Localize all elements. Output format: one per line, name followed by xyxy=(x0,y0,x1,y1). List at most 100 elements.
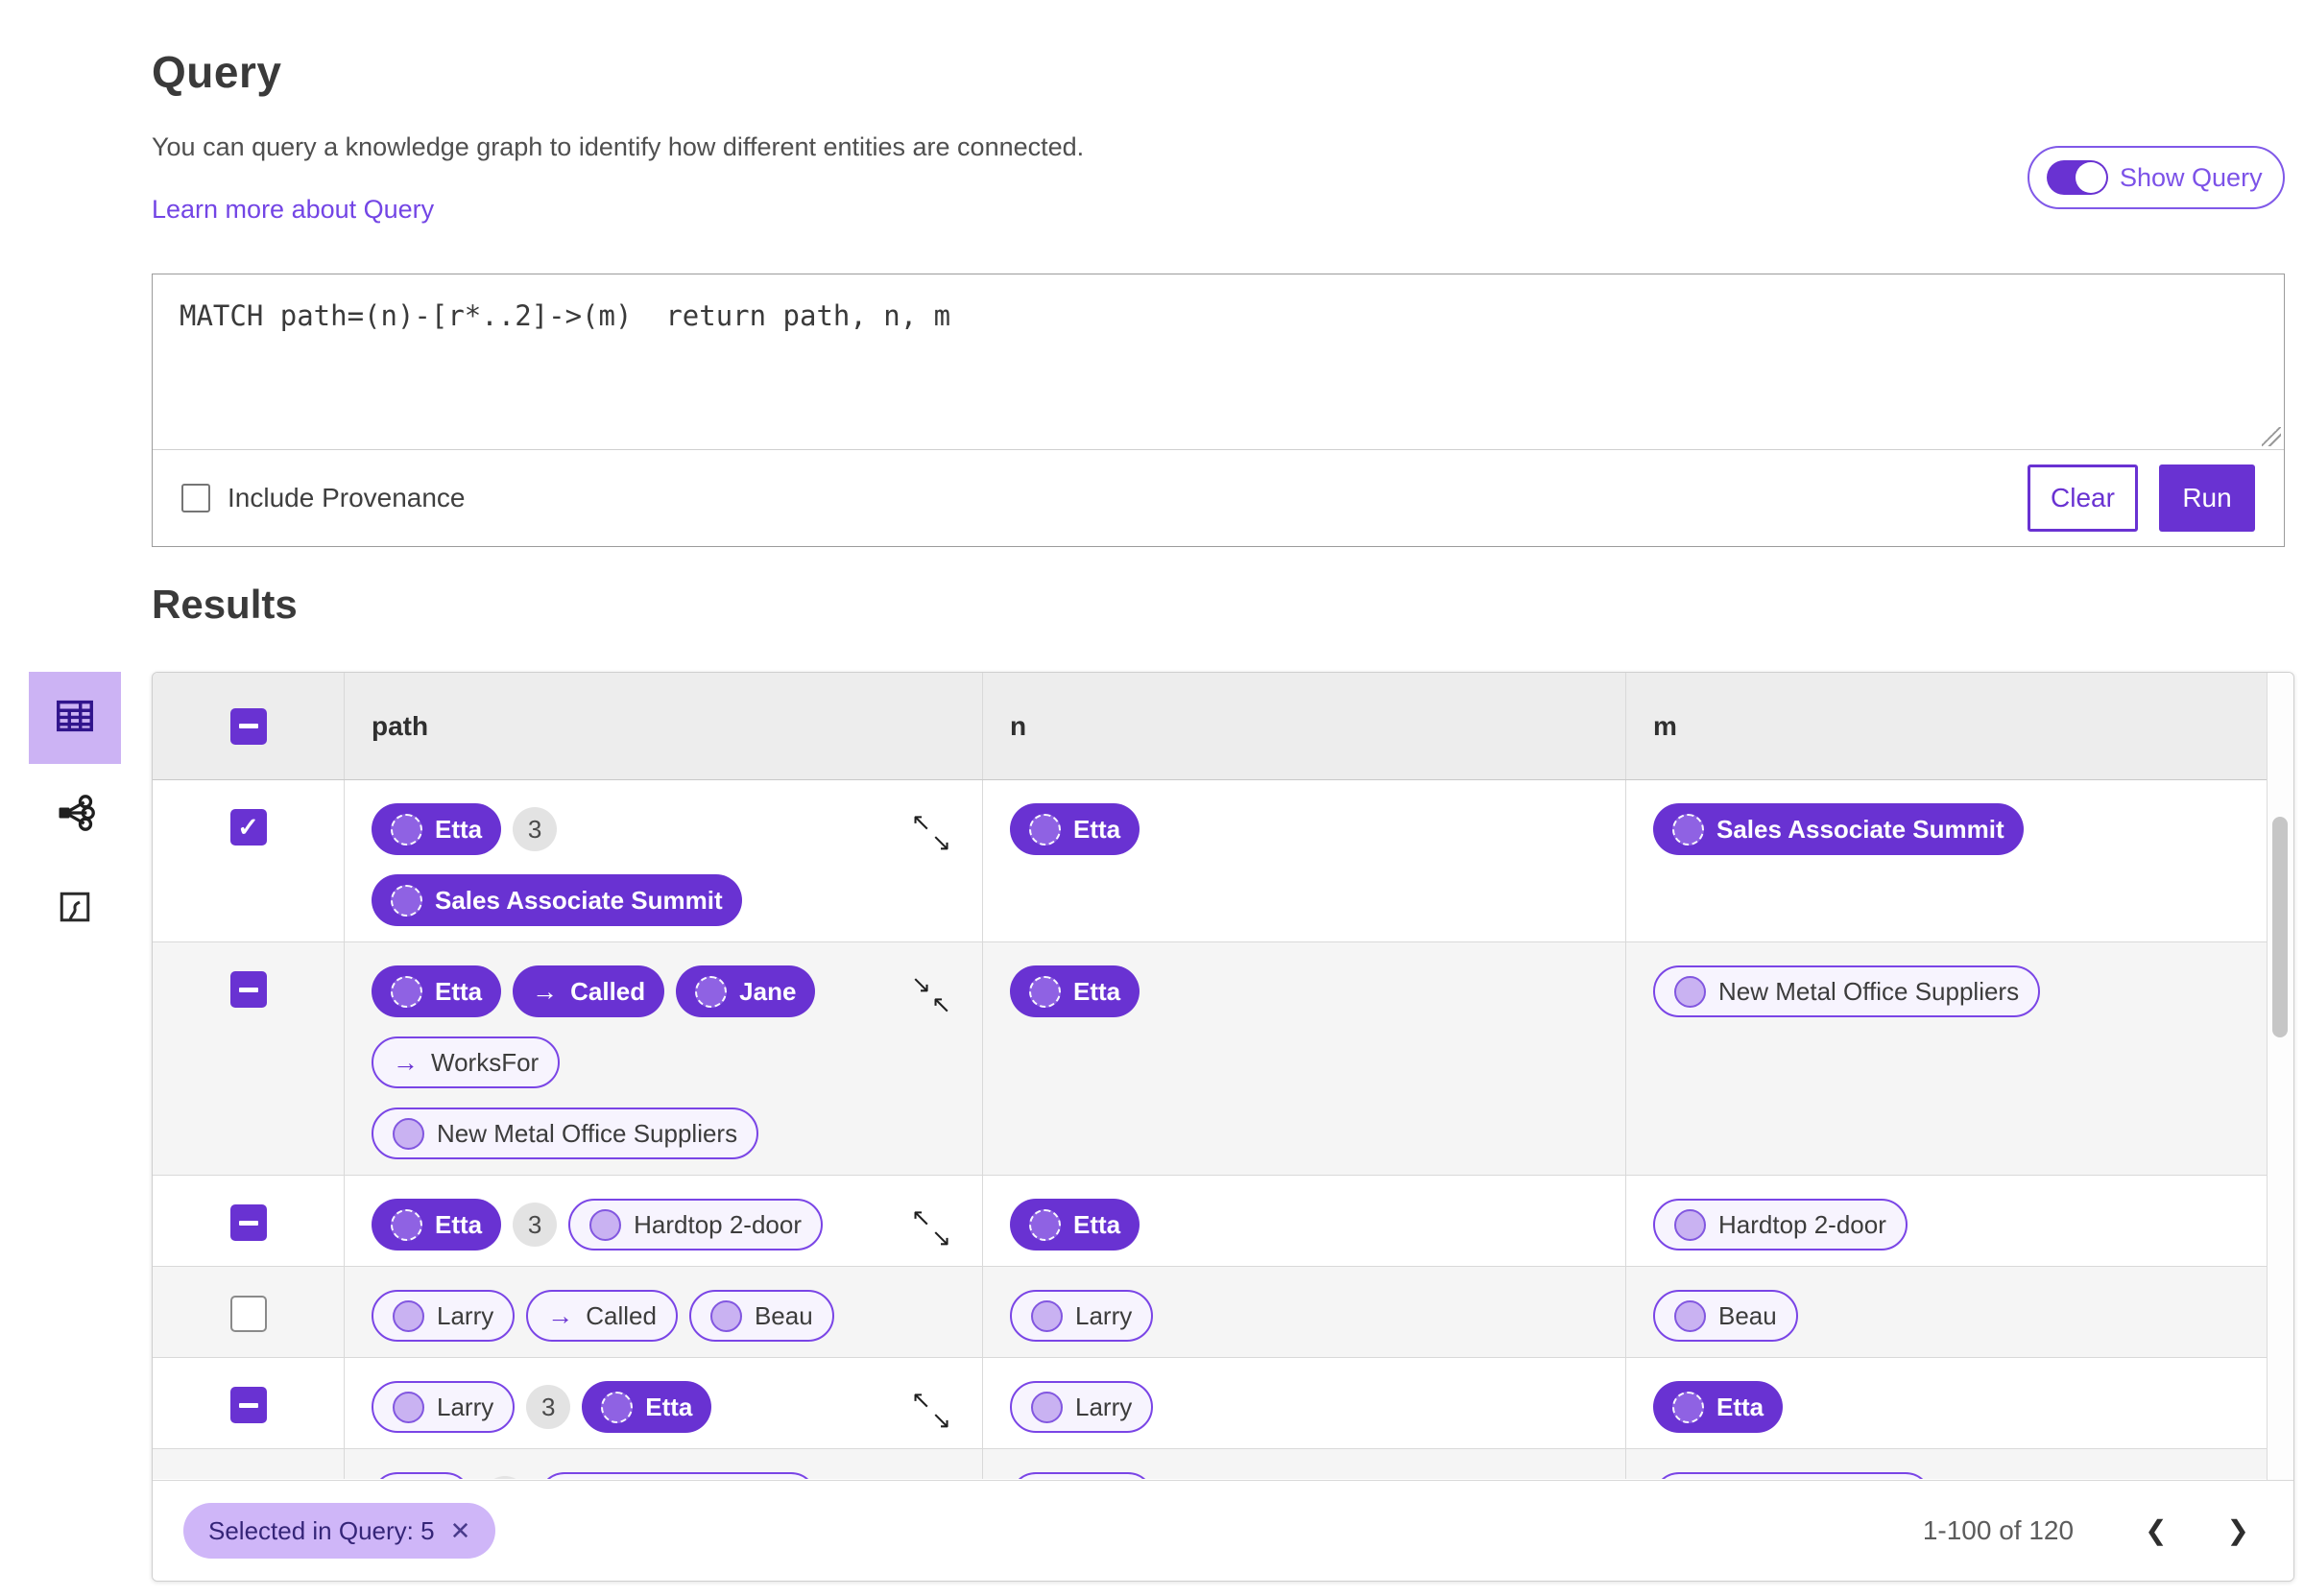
node-pill[interactable]: Etta xyxy=(372,1199,502,1251)
node-pill[interactable]: Hardtop 2-door xyxy=(568,1199,824,1251)
chip-close-icon[interactable]: ✕ xyxy=(450,1516,471,1546)
edge-pill[interactable]: → Called xyxy=(513,965,665,1017)
expand-row-icon[interactable]: ↖ ↘ xyxy=(911,1206,951,1251)
map-view-button[interactable] xyxy=(29,866,121,952)
node-pill[interactable]: Larry xyxy=(1010,1381,1154,1433)
table-icon xyxy=(53,694,97,743)
n-cell xyxy=(982,1449,1625,1479)
row-checkbox[interactable] xyxy=(229,971,267,1008)
edge-arrow-icon: → xyxy=(547,1300,574,1330)
column-header-m[interactable]: m xyxy=(1626,711,1677,742)
m-cell xyxy=(1625,1449,2268,1479)
scrollbar-thumb[interactable] xyxy=(2272,817,2288,1037)
pill-label: Sales Associate Summit xyxy=(1716,815,2004,844)
include-provenance-label: Include Provenance xyxy=(228,483,466,512)
show-query-toggle[interactable]: Show Query xyxy=(2028,146,2285,209)
path-cell-pills: Etta → Called Jane → WorksFor New Metal Office… xyxy=(345,942,982,1175)
expand-row-icon[interactable]: ↖ ↘ xyxy=(911,1389,951,1433)
row-select-cell xyxy=(153,780,344,941)
node-pill[interactable]: Beau xyxy=(688,1290,834,1342)
row-checkbox[interactable] xyxy=(229,1296,267,1332)
show-query-label: Show Query xyxy=(2120,162,2263,192)
node-dot-icon xyxy=(695,975,728,1008)
arrow-icon: ↘ xyxy=(931,829,951,856)
m-cell: Hardtop 2-door xyxy=(1625,1176,2268,1266)
node-pill[interactable]: Hardtop 2-door xyxy=(1653,1199,1908,1251)
node-pill[interactable]: Etta xyxy=(1010,1199,1140,1251)
query-textarea[interactable]: MATCH path=(n)-[r*..2]->(m) return path,… xyxy=(153,274,2284,450)
row-select-cell xyxy=(153,1176,344,1266)
column-header-path[interactable]: path xyxy=(345,711,428,742)
graph-network-icon xyxy=(54,792,96,839)
vertical-scrollbar[interactable] xyxy=(2267,673,2293,1480)
selected-filter-chip[interactable]: Selected in Query: 5 ✕ xyxy=(183,1503,496,1559)
query-toolbar: Include Provenance Clear Run xyxy=(153,450,2284,546)
edge-arrow-icon: → xyxy=(532,976,559,1006)
node-pill[interactable]: Etta xyxy=(372,965,502,1017)
run-button[interactable]: Run xyxy=(2159,465,2255,532)
hop-count-badge[interactable]: 3 xyxy=(526,1385,571,1429)
n-cell: Larry xyxy=(982,1358,1625,1448)
n-cell-pills: Etta xyxy=(983,780,1625,870)
node-pill[interactable]: Etta xyxy=(372,803,502,855)
node-pill[interactable]: Jane xyxy=(676,965,816,1017)
learn-more-link[interactable]: Learn more about Query xyxy=(152,195,434,225)
pill-label: WorksFor xyxy=(431,1048,540,1077)
node-pill[interactable] xyxy=(372,1472,471,1479)
pagination-next-icon[interactable]: ❯ xyxy=(2227,1517,2249,1544)
query-editor-card: MATCH path=(n)-[r*..2]->(m) return path,… xyxy=(152,274,2285,547)
node-pill[interactable]: Larry xyxy=(372,1290,516,1342)
column-header-n[interactable]: n xyxy=(983,711,1026,742)
arrow-icon: ↖ xyxy=(911,1387,931,1414)
node-pill[interactable] xyxy=(1010,1472,1154,1479)
n-cell: Etta xyxy=(982,942,1625,1175)
edge-pill[interactable]: → Called xyxy=(526,1290,678,1342)
row-checkbox[interactable] xyxy=(229,1387,267,1423)
m-cell-pills: Etta xyxy=(1626,1358,2268,1448)
node-pill[interactable]: Larry xyxy=(1010,1290,1154,1342)
node-pill[interactable]: New Metal Office Suppliers xyxy=(372,1108,759,1159)
node-pill[interactable]: Sales Associate Summit xyxy=(372,874,742,926)
checkbox-box-icon[interactable] xyxy=(181,484,210,512)
clear-button[interactable]: Clear xyxy=(2028,465,2138,532)
pill-label: Etta xyxy=(1073,815,1121,844)
node-dot-icon xyxy=(393,1299,424,1332)
node-dot-icon xyxy=(1029,975,1061,1008)
hop-count-badge[interactable]: 3 xyxy=(513,1203,558,1247)
node-pill[interactable]: Sales Associate Summit xyxy=(1653,803,2024,855)
row-checkbox[interactable] xyxy=(229,1204,267,1241)
hop-count-badge[interactable] xyxy=(483,1476,527,1479)
row-checkbox[interactable] xyxy=(229,809,267,846)
graph-view-button[interactable] xyxy=(29,772,121,858)
arrow-icon: ↘ xyxy=(911,971,931,998)
path-cell-pills: Etta 3 Hardtop 2-door xyxy=(345,1176,982,1266)
node-pill[interactable]: Beau xyxy=(1653,1290,1798,1342)
node-pill[interactable]: Etta xyxy=(1010,965,1140,1017)
edge-pill[interactable]: → WorksFor xyxy=(372,1036,561,1088)
hop-count-badge[interactable]: 3 xyxy=(513,807,558,851)
pill-label: Called xyxy=(586,1301,657,1330)
resize-grip-icon[interactable] xyxy=(2262,427,2281,446)
table-view-button[interactable] xyxy=(29,672,121,764)
expand-row-icon[interactable]: ↖ ↘ xyxy=(911,811,951,855)
node-dot-icon xyxy=(1672,813,1704,846)
node-dot-icon xyxy=(601,1391,634,1423)
select-all-checkbox[interactable] xyxy=(229,707,267,745)
node-pill[interactable] xyxy=(539,1472,817,1479)
node-pill[interactable]: Etta xyxy=(1010,803,1140,855)
include-provenance-checkbox[interactable]: Include Provenance xyxy=(181,483,466,513)
node-pill[interactable]: New Metal Office Suppliers xyxy=(1653,965,2041,1017)
node-pill[interactable] xyxy=(1653,1472,1932,1479)
toggle-switch-icon[interactable] xyxy=(2047,160,2108,195)
collapse-row-icon[interactable]: ↘ ↖ xyxy=(911,973,951,1017)
node-dot-icon xyxy=(589,1208,622,1241)
pill-label: Hardtop 2-door xyxy=(634,1210,803,1239)
m-cell: Etta xyxy=(1625,1358,2268,1448)
node-dot-icon xyxy=(391,884,422,917)
node-pill[interactable]: Larry xyxy=(372,1381,516,1433)
page-description: You can query a knowledge graph to ident… xyxy=(152,132,1085,161)
pagination-prev-icon[interactable]: ❮ xyxy=(2145,1517,2167,1544)
results-card: path n m Etta3Sales Associate Summit↖↘Et… xyxy=(152,672,2294,1582)
node-pill[interactable]: Etta xyxy=(1653,1381,1784,1433)
node-pill[interactable]: Etta xyxy=(582,1381,712,1433)
